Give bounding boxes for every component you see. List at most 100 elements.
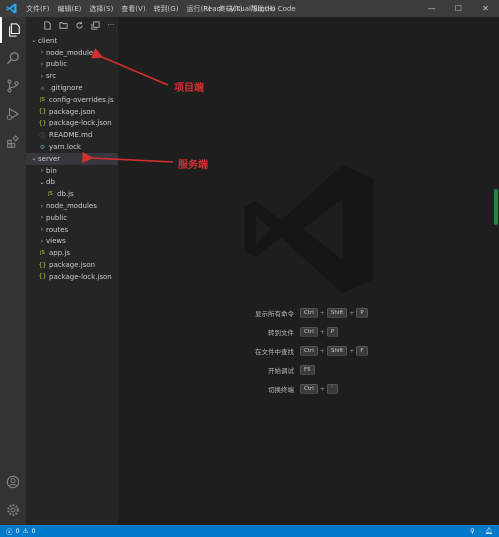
tree-folder[interactable]: › src	[26, 70, 118, 82]
extensions-icon[interactable]	[0, 129, 26, 155]
warning-icon: ⚠	[22, 527, 29, 535]
js-file-icon: JS	[40, 96, 45, 103]
tree-folder[interactable]: ⌄ client	[26, 35, 118, 47]
tree-file[interactable]: JS config-overrides.js	[26, 94, 118, 106]
tree-item-label: db.js	[57, 190, 74, 199]
keycap: Ctrl	[300, 384, 318, 394]
chevron-right-icon[interactable]: ›	[38, 214, 46, 221]
js-file-icon: JS	[40, 250, 45, 257]
refresh-icon[interactable]	[74, 20, 84, 30]
account-icon[interactable]	[0, 469, 26, 495]
keycap: Ctrl	[300, 308, 318, 318]
menu-item[interactable]: 运行(R)	[182, 4, 214, 14]
title-bar: 文件(F) 编辑(E) 选择(S) 查看(V) 转到(G) 运行(R) 终端(T) 帮助(H)…	[0, 0, 499, 17]
run-debug-icon[interactable]	[0, 101, 26, 127]
tree-item-label: package-lock.json	[49, 119, 112, 128]
key-plus: +	[349, 309, 355, 317]
tree-item-label: db	[46, 178, 55, 187]
shortcut-label: 显示所有命令	[255, 310, 294, 318]
shortcut-row: 开始调试 F5	[118, 364, 499, 376]
menu-item[interactable]: 查看(V)	[117, 4, 149, 14]
menu-item[interactable]: 转到(G)	[150, 4, 183, 14]
tree-folder[interactable]: › node_modules	[26, 47, 118, 59]
git-file-icon: ◆	[40, 84, 45, 92]
vscode-logo-icon	[4, 2, 18, 16]
tree-file[interactable]: ◆ .gitignore	[26, 82, 118, 94]
tree-file[interactable]: {} package.json	[26, 106, 118, 118]
minimap-scroll-indicator[interactable]	[494, 189, 498, 225]
minimize-button[interactable]: —	[418, 0, 445, 17]
tree-folder[interactable]: › routes	[26, 224, 118, 236]
tree-file[interactable]: ⓘ README.md	[26, 129, 118, 141]
chevron-right-icon[interactable]: ›	[38, 167, 46, 174]
new-folder-icon[interactable]	[58, 20, 68, 30]
menu-item[interactable]: 终端(T)	[215, 4, 247, 14]
key-plus: +	[319, 347, 325, 355]
live-share-icon[interactable]: ⚲	[470, 527, 475, 535]
chevron-right-icon[interactable]: ›	[38, 61, 46, 68]
menu-item[interactable]: 选择(S)	[85, 4, 117, 14]
tree-item-label: client	[38, 36, 58, 45]
tree-folder[interactable]: ⌄ server	[26, 153, 118, 165]
tree-file[interactable]: {} package-lock.json	[26, 271, 118, 283]
collapse-all-icon[interactable]	[90, 20, 100, 30]
chevron-right-icon[interactable]: ›	[38, 226, 46, 233]
shortcut-row: 切换终端 Ctrl + `	[118, 383, 499, 395]
tree-folder[interactable]: ⌄ db	[26, 177, 118, 189]
bell-icon[interactable]: 🔔︎	[485, 527, 493, 535]
menu-item[interactable]: 文件(F)	[22, 4, 54, 14]
close-button[interactable]: ✕	[472, 0, 499, 17]
keycap: Shift	[326, 346, 348, 356]
menu-item[interactable]: 帮助(H)	[247, 4, 280, 14]
tree-file[interactable]: JS app.js	[26, 247, 118, 259]
explorer-icon[interactable]	[0, 17, 26, 43]
keycap: `	[326, 384, 338, 394]
chevron-down-icon[interactable]: ⌄	[30, 155, 38, 162]
tree-folder[interactable]: › public	[26, 59, 118, 71]
tree-item-label: public	[46, 60, 68, 69]
maximize-button[interactable]: ☐	[445, 0, 472, 17]
key-plus: +	[349, 347, 355, 355]
server-annotation-label: 服务端	[178, 160, 208, 171]
source-control-icon[interactable]	[0, 73, 26, 99]
tree-file[interactable]: {} package.json	[26, 259, 118, 271]
chevron-right-icon[interactable]: ›	[38, 49, 46, 56]
chevron-right-icon[interactable]: ›	[38, 73, 46, 80]
tree-item-label: bin	[46, 166, 57, 175]
tree-folder[interactable]: › node_modules	[26, 200, 118, 212]
keycap: Ctrl	[300, 346, 318, 356]
key-plus: +	[319, 385, 325, 393]
chevron-right-icon[interactable]: ›	[38, 203, 46, 210]
search-icon[interactable]	[0, 45, 26, 71]
tree-item-label: public	[46, 213, 68, 222]
menu-item[interactable]: 编辑(E)	[54, 4, 86, 14]
key-plus: +	[319, 328, 325, 336]
keycap: P	[356, 308, 368, 318]
chevron-right-icon[interactable]: ›	[38, 238, 46, 245]
shortcut-row: 转到文件 Ctrl + P	[118, 326, 499, 338]
new-file-icon[interactable]	[42, 20, 52, 30]
tree-folder[interactable]: › views	[26, 236, 118, 248]
tree-item-label: views	[46, 237, 66, 246]
tree-file[interactable]: ⚙ yarn.lock	[26, 141, 118, 153]
tree-file[interactable]: {} package-lock.json	[26, 118, 118, 130]
tree-folder[interactable]: › bin	[26, 165, 118, 177]
tree-item-label: node_modules	[46, 202, 97, 211]
chevron-down-icon[interactable]: ⌄	[38, 179, 46, 186]
md-file-icon: ⓘ	[39, 132, 46, 140]
error-count: 0	[15, 527, 20, 535]
tree-folder[interactable]: › public	[26, 212, 118, 224]
activity-bar	[0, 17, 26, 525]
client-annotation-label: 项目端	[174, 83, 204, 94]
settings-gear-icon[interactable]	[0, 497, 26, 523]
explorer-sidebar: ··· ⌄ client › node_modules › public › src ◆ .git…	[26, 17, 118, 525]
tree-item-label: src	[46, 72, 57, 81]
json-file-icon: {}	[38, 273, 47, 281]
more-icon[interactable]: ···	[106, 20, 116, 30]
problems-indicator[interactable]: ⓧ 0 ⚠ 0	[0, 526, 36, 536]
tree-item-label: server	[38, 154, 61, 163]
shortcut-row: 显示所有命令 Ctrl + Shift + P	[118, 307, 499, 319]
tree-item-label: config-overrides.js	[49, 95, 114, 104]
chevron-down-icon[interactable]: ⌄	[30, 37, 38, 44]
tree-file[interactable]: JS db.js	[26, 188, 118, 200]
